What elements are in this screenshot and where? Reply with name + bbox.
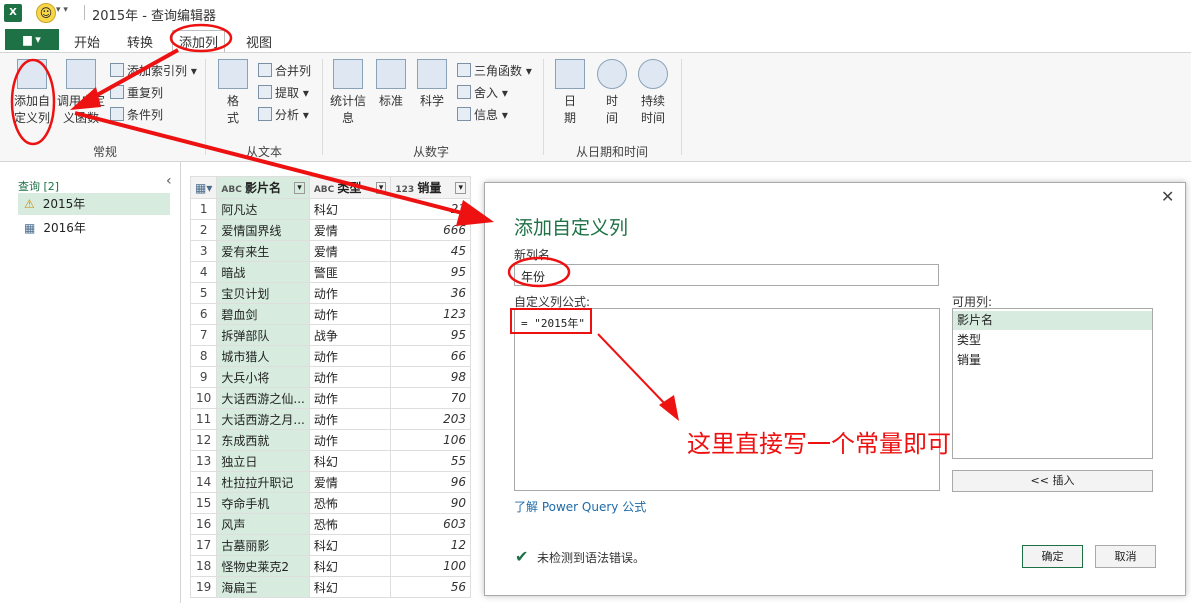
arrow-line [74, 111, 471, 217]
arrow-line [597, 333, 667, 406]
arrow-head [456, 200, 494, 226]
annotation-overlay: 这里直接写一个常量即可 [10, 23, 951, 458]
arrow-line [87, 48, 179, 102]
arrow-head [659, 395, 679, 421]
annotation-text: 这里直接写一个常量即可 [687, 430, 951, 458]
highlight-circle-tab [169, 23, 233, 53]
highlight-box-formula [510, 308, 592, 334]
highlight-circle-name [507, 256, 571, 288]
highlight-circle-button [10, 58, 56, 146]
arrow-head [70, 87, 101, 110]
